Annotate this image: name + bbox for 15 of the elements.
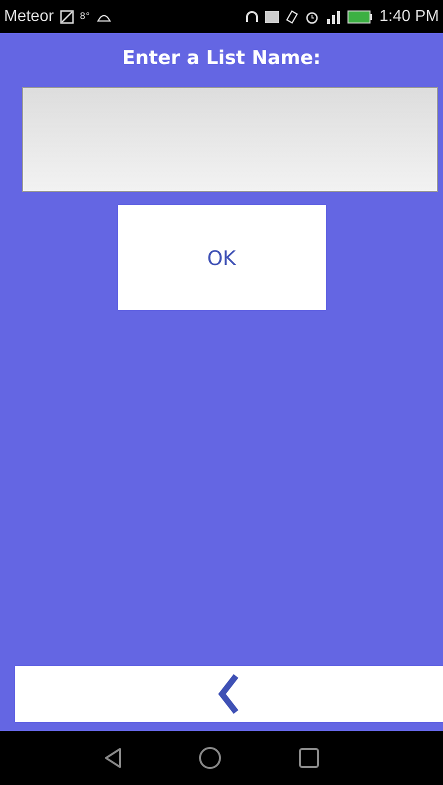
back-icon[interactable] xyxy=(104,747,122,769)
clock: 1:40 PM xyxy=(379,8,439,26)
alarm-icon xyxy=(305,10,320,24)
battery-icon xyxy=(347,10,374,24)
home-icon[interactable] xyxy=(198,746,222,770)
list-name-field[interactable] xyxy=(22,87,438,192)
headphones-icon xyxy=(245,10,260,24)
image-icon xyxy=(60,10,74,24)
carrier-name: Meteor xyxy=(4,8,54,26)
signal-icon xyxy=(325,8,342,24)
recents-icon[interactable] xyxy=(298,747,320,769)
page-title: Enter a List Name: xyxy=(122,47,321,71)
chevron-left-icon xyxy=(217,673,241,715)
temperature: 8° xyxy=(80,12,90,22)
ok-button[interactable]: OK xyxy=(118,205,326,310)
